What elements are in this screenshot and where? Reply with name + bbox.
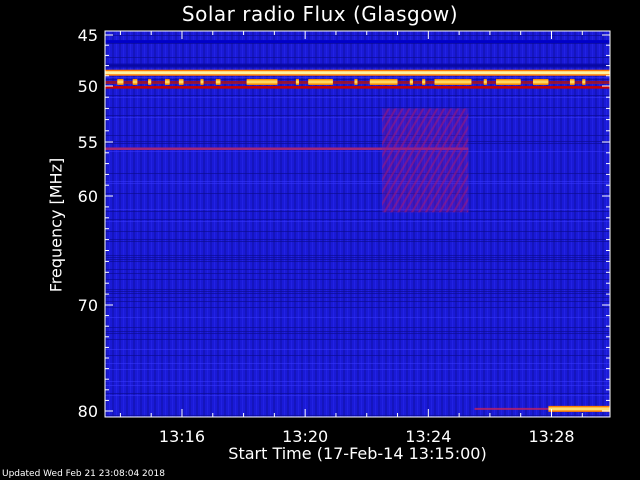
- spectrogram-band: [105, 363, 610, 364]
- spectrogram-band: [105, 259, 610, 260]
- emission-burst-core: [308, 80, 333, 84]
- spectrogram-band: [105, 95, 610, 96]
- emission-burst-core: [246, 80, 278, 84]
- spectrogram-band: [105, 211, 610, 212]
- spectrogram-band: [105, 193, 610, 194]
- emission-burst-core: [369, 80, 398, 84]
- spectrogram-band: [105, 269, 610, 270]
- spectrogram-band: [105, 183, 610, 184]
- spectrogram-band: [105, 219, 610, 220]
- spectrogram-band: [105, 333, 610, 334]
- spectrogram-band: [105, 141, 610, 142]
- spectrogram-band: [105, 291, 610, 292]
- spectrogram-band: [105, 57, 610, 58]
- emission-burst-core: [409, 80, 413, 84]
- spectrogram-band: [105, 261, 610, 262]
- emission-burst-core: [354, 80, 358, 84]
- spectrogram-band: [105, 143, 610, 144]
- spectrogram-band: [105, 279, 610, 280]
- emission-burst-core: [483, 80, 487, 84]
- emission-burst-core: [569, 80, 575, 84]
- y-tick-label: 80: [78, 402, 98, 421]
- emission-burst-core: [496, 80, 521, 84]
- spectrogram-texture: [105, 31, 610, 417]
- spectrogram-band: [105, 327, 610, 328]
- spectrogram-feature: [548, 407, 610, 411]
- spectrogram-band: [105, 395, 610, 396]
- spectrogram-band: [105, 221, 610, 222]
- spectrogram-band: [105, 293, 610, 294]
- spectrogram-band: [105, 317, 610, 318]
- spectrogram-band: [105, 239, 610, 240]
- emission-burst-core: [295, 80, 299, 84]
- spectrogram-band: [105, 241, 610, 242]
- spectrogram-band: [105, 255, 610, 256]
- spectrogram-feature: [474, 407, 549, 410]
- spectrogram-band: [105, 181, 610, 182]
- y-tick-label: 50: [78, 77, 98, 96]
- spectrogram-band: [105, 151, 610, 152]
- spectrogram-band: [105, 355, 610, 356]
- emission-burst-core: [533, 80, 549, 84]
- spectrogram-band: [105, 331, 610, 332]
- spectrogram-band: [105, 231, 610, 232]
- y-tick-label: 60: [78, 187, 98, 206]
- spectrogram-band: [105, 297, 610, 298]
- y-axis-label: Frequency [MHz]: [46, 157, 66, 293]
- spectrogram-band: [105, 369, 610, 370]
- plot-area: [105, 31, 610, 417]
- emission-burst-core: [148, 80, 152, 84]
- y-tick-label: 55: [78, 133, 98, 152]
- emission-burst-core: [117, 80, 124, 84]
- spectrogram-band: [105, 63, 610, 68]
- emission-burst-core: [165, 80, 170, 84]
- spectrogram-band: [105, 209, 610, 210]
- x-axis-label: Start Time (17-Feb-14 13:15:00): [228, 444, 487, 463]
- spectrogram-band: [105, 349, 610, 350]
- spectrogram-band: [105, 339, 610, 340]
- spectrogram-band: [105, 273, 610, 274]
- spectrogram-band: [105, 381, 610, 382]
- spectrogram-band: [105, 415, 610, 416]
- emission-burst-core: [200, 80, 204, 84]
- spectrogram-band: [105, 289, 610, 290]
- spectrogram-band: [105, 97, 610, 98]
- spectrogram-band: [105, 35, 610, 36]
- spectrogram-band: [105, 43, 610, 44]
- spectrogram-band: [105, 393, 610, 394]
- chart-title: Solar radio Flux (Glasgow): [181, 2, 459, 26]
- emission-burst-core: [132, 80, 138, 84]
- emission-burst-core: [422, 80, 426, 84]
- emission-burst-core: [434, 80, 472, 84]
- y-tick-label: 70: [78, 296, 98, 315]
- spectrogram-band: [105, 115, 610, 116]
- spectrogram-feature: [105, 71, 610, 75]
- emission-burst-core: [178, 80, 184, 84]
- spectrogram-feature-texture: [382, 108, 469, 213]
- spectrogram-chart: 13:16 13:20 13:24 13:28455055607080: [78, 26, 611, 446]
- spectrogram-band: [105, 135, 610, 136]
- emission-burst-core: [215, 80, 221, 84]
- spectrogram-band: [105, 77, 610, 78]
- spectrogram-band: [105, 107, 610, 108]
- spectrogram-band: [105, 117, 610, 118]
- update-timestamp: Updated Wed Feb 21 23:08:04 2018: [2, 469, 165, 479]
- spectrogram-band: [105, 40, 610, 44]
- spectrogram-band: [105, 301, 610, 302]
- spectrogram-band: [105, 307, 610, 308]
- y-tick-label: 45: [78, 26, 98, 45]
- spectrogram-band: [105, 173, 610, 174]
- spectrogram-feature: [105, 86, 610, 89]
- spectrogram-band: [105, 385, 610, 386]
- emission-burst-core: [582, 80, 586, 84]
- spectrogram-band: [105, 257, 610, 258]
